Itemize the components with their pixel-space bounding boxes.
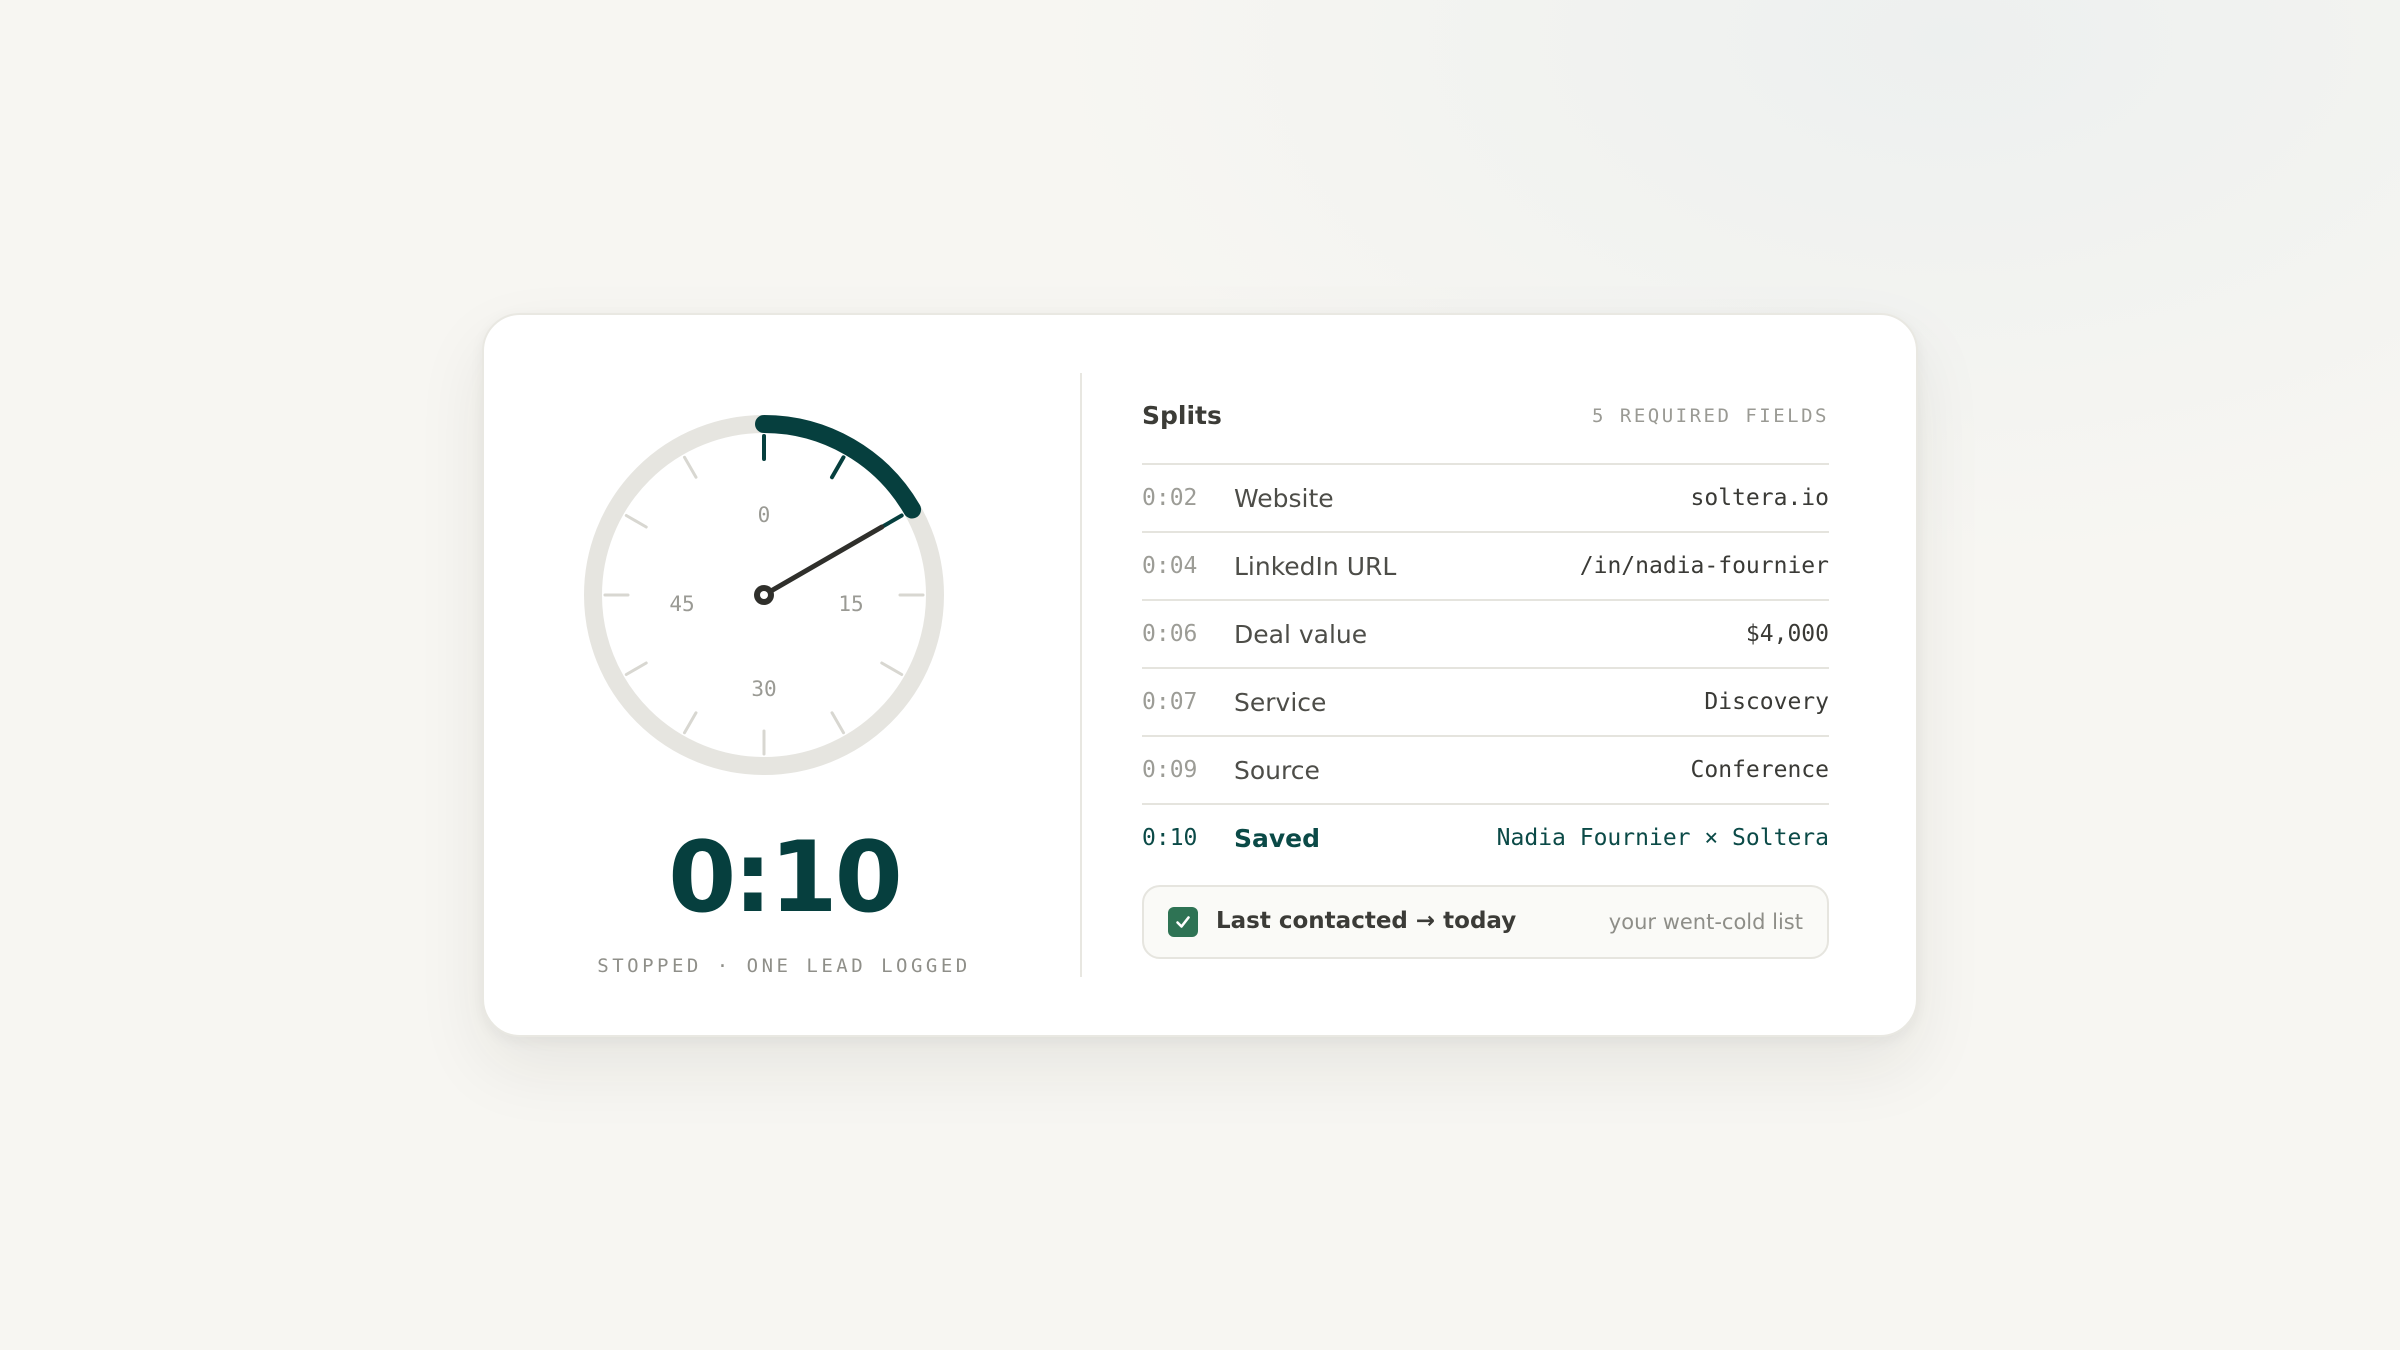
dial-label-0: 0	[758, 503, 771, 527]
dial-label-45: 45	[669, 592, 694, 616]
split-time: 0:04	[1142, 553, 1198, 579]
dial-label-15: 15	[838, 592, 863, 616]
split-time: 0:07	[1142, 689, 1198, 715]
split-value: /in/nadia-fournier	[1579, 553, 1829, 579]
split-value: Discovery	[1704, 689, 1829, 715]
saved-lead-name: Nadia Fournier × Soltera	[1496, 825, 1829, 851]
split-time: 0:02	[1142, 485, 1198, 511]
split-value: Conference	[1690, 757, 1829, 783]
dial-tick	[879, 513, 904, 529]
split-time: 0:06	[1142, 621, 1198, 647]
went-cold-list-hint: your went-cold list	[1608, 910, 1803, 934]
dial-label-30: 30	[751, 677, 776, 701]
split-time: 0:10	[1142, 825, 1198, 851]
pane-divider	[1080, 373, 1082, 977]
splits-title: Splits	[1142, 401, 1222, 430]
dial-hub-center	[760, 591, 768, 599]
split-row-deal-value: 0:06 Deal value $4,000	[1142, 601, 1829, 669]
dial-tick	[683, 455, 698, 479]
dial-hand	[761, 524, 885, 598]
split-field: Source	[1234, 756, 1320, 785]
splits-header: Splits 5 REQUIRED FIELDS	[1142, 373, 1829, 465]
dial-tick	[880, 661, 904, 676]
split-row-linkedin-url: 0:04 LinkedIn URL /in/nadia-fournier	[1142, 533, 1829, 601]
stopwatch-dial: 0 15 30 45	[584, 415, 944, 775]
stopwatch-pane: 0 15 30 45 0:10 STOPPED · ONE LEAD LOGGE…	[484, 315, 1080, 1035]
split-row-saved: 0:10 Saved Nadia Fournier × Soltera	[1142, 805, 1829, 873]
dial-tick	[830, 711, 845, 735]
split-field: Saved	[1234, 824, 1321, 853]
last-contacted-notice: Last contacted → today your went-cold li…	[1142, 885, 1829, 959]
split-row-source: 0:09 Source Conference	[1142, 737, 1829, 805]
dial-tick	[624, 661, 648, 676]
checkmark-icon	[1176, 916, 1190, 928]
split-time: 0:09	[1142, 757, 1198, 783]
split-field: Service	[1234, 688, 1327, 717]
elapsed-time: 0:10	[668, 821, 903, 935]
stopwatch-card: 0 15 30 45 0:10 STOPPED · ONE LEAD LOGGE…	[482, 313, 1918, 1037]
split-field: LinkedIn URL	[1234, 552, 1397, 581]
required-fields-count: 5 REQUIRED FIELDS	[1592, 405, 1829, 427]
status-caption: STOPPED · ONE LEAD LOGGED	[597, 955, 971, 977]
checkbox-checked-icon[interactable]	[1168, 907, 1198, 937]
split-value: soltera.io	[1690, 485, 1829, 511]
dial-tick	[624, 514, 648, 529]
split-value: $4,000	[1745, 621, 1829, 647]
dial-tick	[683, 711, 698, 735]
split-field: Deal value	[1234, 620, 1368, 649]
dial-tick	[830, 455, 846, 480]
split-field: Website	[1234, 484, 1334, 513]
last-contacted-label: Last contacted → today	[1216, 908, 1517, 934]
split-row-service: 0:07 Service Discovery	[1142, 669, 1829, 737]
split-row-website: 0:02 Website soltera.io	[1142, 465, 1829, 533]
splits-panel: Splits 5 REQUIRED FIELDS 0:02 Website so…	[1142, 373, 1829, 959]
